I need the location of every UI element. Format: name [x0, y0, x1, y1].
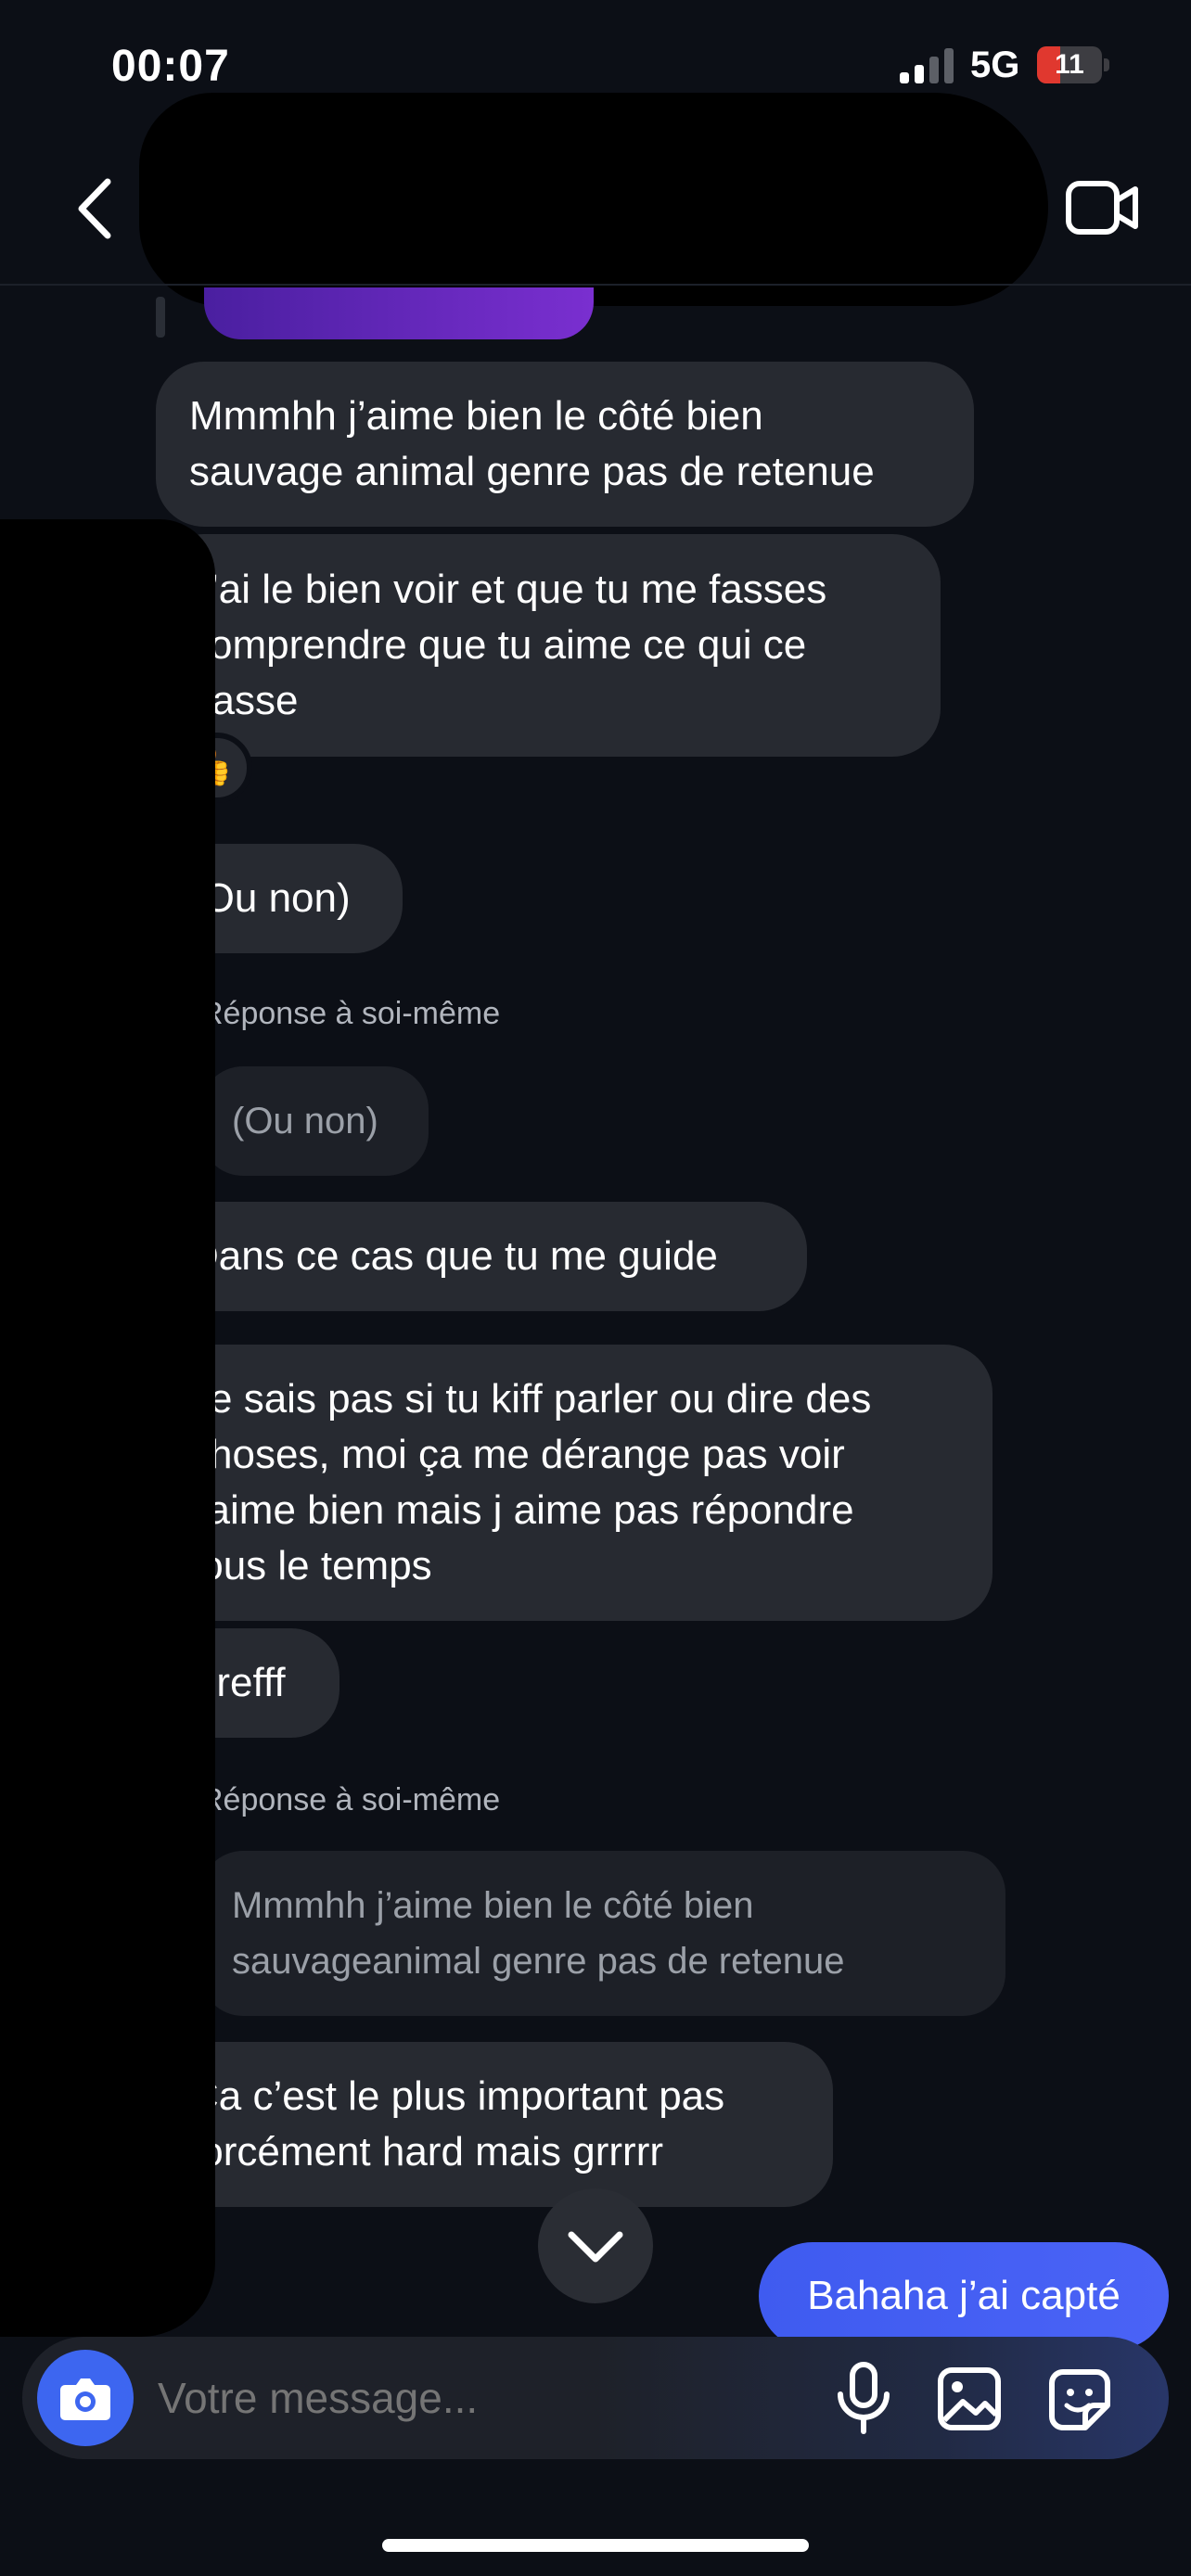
battery-icon: 11 — [1037, 46, 1109, 83]
chevron-down-icon — [568, 2231, 623, 2263]
previous-message-fragment — [204, 287, 594, 339]
message-input[interactable] — [158, 2370, 788, 2426]
outgoing-message-bubble[interactable]: Bahaha j’ai capté — [759, 2242, 1169, 2350]
back-chevron-icon[interactable] — [72, 176, 119, 241]
reply-label: Réponse à soi-même — [200, 996, 501, 1031]
message-bubble[interactable]: Ça c’est le plus important pas forcément … — [156, 2042, 833, 2207]
signal-icon — [900, 48, 954, 83]
sticker-icon[interactable] — [1046, 2366, 1113, 2433]
scroll-down-button[interactable] — [538, 2188, 653, 2303]
battery-level: 11 — [1055, 49, 1084, 80]
reply-thread-line — [156, 297, 165, 338]
camera-button[interactable] — [37, 2350, 134, 2446]
microphone-icon[interactable] — [831, 2361, 896, 2435]
camera-icon — [60, 2378, 110, 2420]
redacted-contact-name — [139, 93, 1048, 306]
message-bubble[interactable]: Je sais pas si tu kiff parler ou dire de… — [156, 1345, 992, 1621]
home-indicator[interactable] — [382, 2539, 809, 2552]
network-label: 5G — [970, 45, 1020, 85]
reply-label: Réponse à soi-même — [200, 1782, 501, 1817]
video-camera-icon[interactable] — [1065, 178, 1139, 237]
quoted-message[interactable]: (Ou non) — [200, 1066, 429, 1176]
message-bubble[interactable]: Dans ce cas que tu me guide — [156, 1202, 807, 1311]
header-divider — [0, 284, 1191, 286]
status-time: 00:07 — [111, 42, 230, 91]
image-icon[interactable] — [937, 2366, 1002, 2431]
message-bubble[interactable]: J’ai le bien voir et que tu me fasses com… — [156, 534, 941, 757]
message-bubble[interactable]: Mmmhh j’aime bien le côté bien sauvage an… — [156, 362, 974, 527]
redaction-overlay — [0, 519, 215, 2337]
quoted-message[interactable]: Mmmhh j’aime bien le côté bien sauvagean… — [200, 1851, 1005, 2016]
